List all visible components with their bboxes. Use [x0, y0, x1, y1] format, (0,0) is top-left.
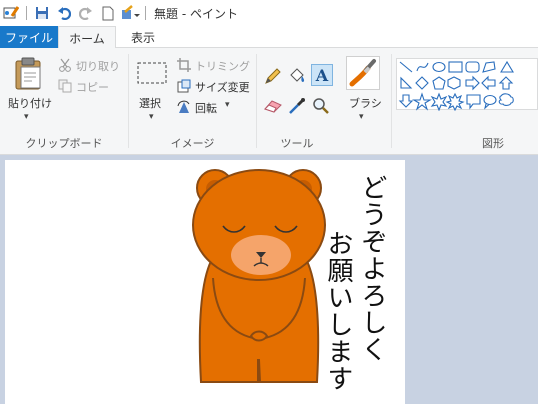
window-title: 無題 - ペイント: [154, 6, 238, 21]
color-picker-icon[interactable]: [287, 96, 307, 116]
clipboard-group: 貼り付け ▾ 切り取り コピー クリップボード: [0, 48, 128, 155]
brush-button-label[interactable]: ブラシ: [349, 95, 382, 111]
resize-icon[interactable]: [177, 79, 191, 93]
customize-toolbar-icon[interactable]: [119, 0, 141, 26]
cut-icon[interactable]: [58, 58, 72, 72]
brushes-group: ブラシ ▾: [337, 48, 391, 155]
clipboard-group-label: クリップボード: [25, 137, 103, 150]
redo-icon[interactable]: [75, 0, 97, 26]
paste-button-label[interactable]: 貼り付け: [8, 95, 52, 111]
magnifier-icon[interactable]: [311, 96, 331, 116]
text-icon[interactable]: A: [311, 64, 333, 86]
title-bar: 無題 - ペイント: [0, 0, 538, 26]
paint-app-icon[interactable]: [0, 0, 22, 26]
ribbon-tabs: ファイル ホーム 表示: [0, 26, 538, 49]
rotate-dropdown-icon[interactable]: ▾: [225, 100, 230, 110]
paste-icon[interactable]: [12, 56, 46, 92]
resize-button-label[interactable]: サイズ変更: [195, 79, 250, 95]
undo-icon[interactable]: [53, 0, 75, 26]
copy-icon[interactable]: [58, 79, 72, 93]
tab-file[interactable]: ファイル: [0, 26, 58, 48]
rotate-button-label[interactable]: 回転: [195, 100, 217, 116]
fill-icon[interactable]: [287, 66, 307, 86]
drawing-canvas[interactable]: どうぞよろしく お願いします: [5, 160, 405, 404]
save-icon[interactable]: [31, 0, 53, 26]
rotate-icon[interactable]: [177, 100, 191, 114]
paste-dropdown-icon[interactable]: ▾: [24, 112, 29, 122]
tools-group-label: ツール: [280, 137, 314, 150]
shapes-gallery: [396, 58, 538, 111]
select-dropdown-icon[interactable]: ▾: [149, 112, 154, 122]
eraser-icon[interactable]: [263, 96, 283, 116]
canvas-text-line-2: お願いします: [323, 230, 353, 392]
image-group-label: イメージ: [170, 137, 215, 150]
brush-icon[interactable]: [346, 56, 380, 90]
select-icon[interactable]: [137, 60, 167, 86]
shapes-group: 図形: [392, 48, 538, 155]
crop-button-label[interactable]: トリミング: [195, 58, 250, 74]
brush-dropdown-icon[interactable]: ▾: [359, 112, 364, 122]
canvas-text-line-1: どうぞよろしく: [357, 174, 387, 363]
workspace: どうぞよろしく お願いします: [0, 155, 538, 404]
quick-access-toolbar: [0, 0, 150, 26]
select-button-label[interactable]: 選択: [139, 95, 161, 111]
tools-group: A ツール: [257, 48, 337, 155]
ribbon: 貼り付け ▾ 切り取り コピー クリップボード 選択 ▾ トリミング サイズ変更…: [0, 48, 538, 155]
crop-icon[interactable]: [177, 58, 191, 72]
cut-button-label[interactable]: 切り取り: [76, 58, 120, 74]
copy-button-label[interactable]: コピー: [76, 79, 109, 95]
tab-home[interactable]: ホーム: [58, 26, 116, 49]
tab-view[interactable]: 表示: [118, 26, 168, 48]
image-group: 選択 ▾ トリミング サイズ変更 回転 ▾ イメージ: [129, 48, 256, 155]
new-file-icon[interactable]: [97, 0, 119, 26]
shapes-group-label: 図形: [482, 137, 504, 150]
pencil-icon[interactable]: [263, 66, 283, 86]
